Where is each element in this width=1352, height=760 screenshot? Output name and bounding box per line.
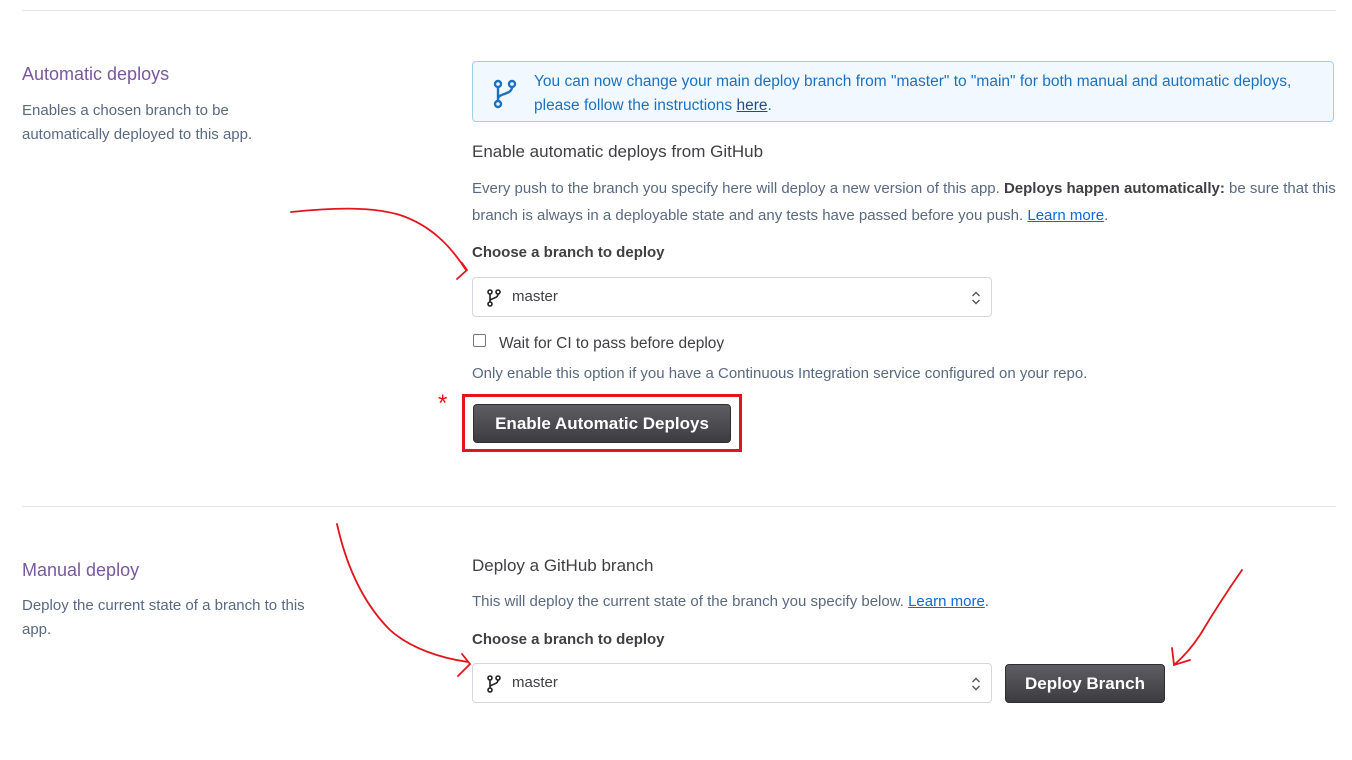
arrowhead-manual	[457, 653, 472, 677]
arrow-to-auto-branch	[290, 207, 467, 271]
arrow-to-manual-branch	[336, 523, 469, 663]
arrow-to-deploy-button	[1174, 569, 1243, 665]
annotation-arrows	[290, 207, 1243, 677]
